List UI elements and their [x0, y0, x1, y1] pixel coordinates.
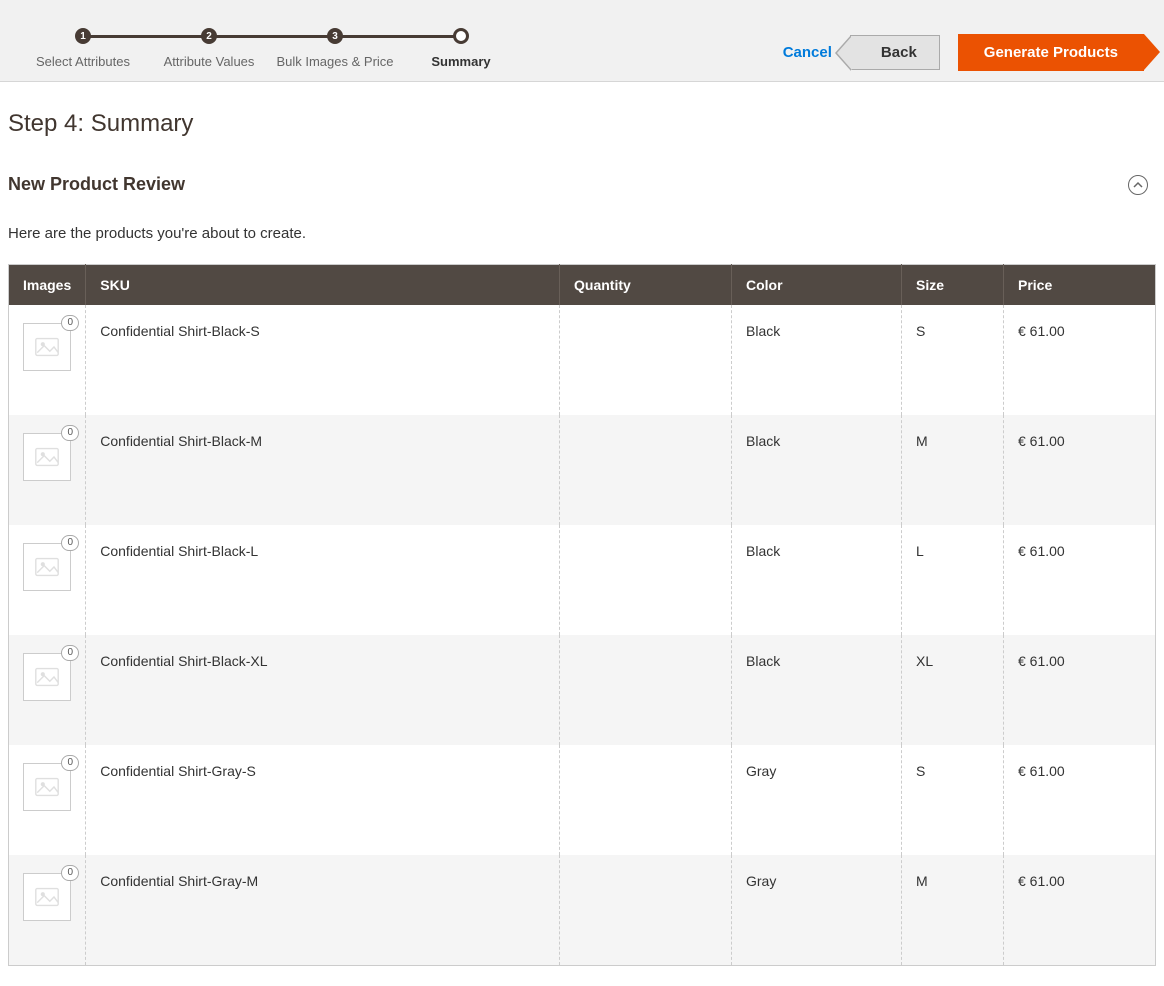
col-header-images[interactable]: Images — [9, 265, 86, 306]
cell-price: € 61.00 — [1004, 525, 1156, 635]
wizard-step-line — [83, 35, 461, 38]
cell-color: Black — [732, 415, 902, 525]
image-count-badge: 0 — [61, 645, 79, 661]
product-thumb[interactable]: 0 — [23, 653, 71, 701]
cell-price: € 61.00 — [1004, 745, 1156, 855]
step-circle-1: 1 — [75, 28, 91, 44]
image-count-badge: 0 — [61, 865, 79, 881]
table-row: 0 Confidential Shirt-Black-L BlackL€ 61.00 — [9, 525, 1156, 635]
generate-products-button[interactable]: Generate Products — [958, 34, 1144, 71]
cell-size: S — [902, 745, 1004, 855]
products-table: Images SKU Quantity Color Size Price 0 Co… — [8, 264, 1156, 966]
cell-quantity — [560, 415, 732, 525]
cell-quantity — [560, 745, 732, 855]
cell-color: Gray — [732, 855, 902, 966]
cell-sku: Confidential Shirt-Black-S — [86, 305, 560, 415]
placeholder-image-icon — [23, 543, 71, 591]
image-count-badge: 0 — [61, 755, 79, 771]
table-row: 0 Confidential Shirt-Black-S BlackS€ 61.00 — [9, 305, 1156, 415]
cell-color: Gray — [732, 745, 902, 855]
cell-images: 0 — [9, 305, 86, 415]
cell-color: Black — [732, 525, 902, 635]
cell-sku: Confidential Shirt-Black-M — [86, 415, 560, 525]
image-count-badge: 0 — [61, 315, 79, 331]
col-header-quantity[interactable]: Quantity — [560, 265, 732, 306]
cell-size: S — [902, 305, 1004, 415]
cancel-link[interactable]: Cancel — [783, 44, 832, 61]
cell-price: € 61.00 — [1004, 635, 1156, 745]
section-title: New Product Review — [8, 174, 185, 195]
step-label-3: Bulk Images & Price — [276, 54, 393, 71]
cell-quantity — [560, 855, 732, 966]
cell-price: € 61.00 — [1004, 855, 1156, 966]
cell-color: Black — [732, 305, 902, 415]
back-button[interactable]: Back — [850, 35, 940, 70]
section-subtitle: Here are the products you're about to cr… — [8, 225, 1156, 242]
cell-images: 0 — [9, 525, 86, 635]
cell-size: M — [902, 415, 1004, 525]
table-header-row: Images SKU Quantity Color Size Price — [9, 265, 1156, 306]
image-count-badge: 0 — [61, 535, 79, 551]
cell-price: € 61.00 — [1004, 305, 1156, 415]
table-row: 0 Confidential Shirt-Gray-M GrayM€ 61.00 — [9, 855, 1156, 966]
product-thumb[interactable]: 0 — [23, 323, 71, 371]
product-thumb[interactable]: 0 — [23, 433, 71, 481]
page-title: Step 4: Summary — [8, 110, 1156, 138]
step-circle-2: 2 — [201, 28, 217, 44]
cell-size: M — [902, 855, 1004, 966]
cell-sku: Confidential Shirt-Black-L — [86, 525, 560, 635]
cell-images: 0 — [9, 415, 86, 525]
section-header: New Product Review — [8, 174, 1156, 195]
step-label-2: Attribute Values — [164, 54, 255, 71]
top-actions: Cancel Back Generate Products — [783, 34, 1144, 71]
step-circle-3: 3 — [327, 28, 343, 44]
cell-sku: Confidential Shirt-Gray-M — [86, 855, 560, 966]
wizard-header: 1 Select Attributes 2 Attribute Values 3… — [0, 0, 1164, 82]
table-row: 0 Confidential Shirt-Gray-S GrayS€ 61.00 — [9, 745, 1156, 855]
cell-images: 0 — [9, 745, 86, 855]
table-row: 0 Confidential Shirt-Black-M BlackM€ 61.00 — [9, 415, 1156, 525]
placeholder-image-icon — [23, 653, 71, 701]
cell-price: € 61.00 — [1004, 415, 1156, 525]
cell-sku: Confidential Shirt-Gray-S — [86, 745, 560, 855]
placeholder-image-icon — [23, 763, 71, 811]
step-label-4: Summary — [431, 54, 490, 71]
cell-color: Black — [732, 635, 902, 745]
cell-sku: Confidential Shirt-Black-XL — [86, 635, 560, 745]
product-thumb[interactable]: 0 — [23, 543, 71, 591]
cell-size: XL — [902, 635, 1004, 745]
cell-quantity — [560, 635, 732, 745]
cell-images: 0 — [9, 635, 86, 745]
image-count-badge: 0 — [61, 425, 79, 441]
placeholder-image-icon — [23, 433, 71, 481]
col-header-price[interactable]: Price — [1004, 265, 1156, 306]
col-header-color[interactable]: Color — [732, 265, 902, 306]
product-thumb[interactable]: 0 — [23, 763, 71, 811]
col-header-sku[interactable]: SKU — [86, 265, 560, 306]
step-circle-4 — [453, 28, 469, 44]
cell-images: 0 — [9, 855, 86, 966]
product-thumb[interactable]: 0 — [23, 873, 71, 921]
chevron-up-icon — [1133, 180, 1143, 190]
table-row: 0 Confidential Shirt-Black-XL BlackXL€ 61.… — [9, 635, 1156, 745]
collapse-toggle[interactable] — [1128, 175, 1148, 195]
col-header-size[interactable]: Size — [902, 265, 1004, 306]
placeholder-image-icon — [23, 323, 71, 371]
wizard-steps: 1 Select Attributes 2 Attribute Values 3… — [20, 28, 524, 71]
cell-quantity — [560, 305, 732, 415]
cell-quantity — [560, 525, 732, 635]
placeholder-image-icon — [23, 873, 71, 921]
cell-size: L — [902, 525, 1004, 635]
step-label-1: Select Attributes — [36, 54, 130, 71]
